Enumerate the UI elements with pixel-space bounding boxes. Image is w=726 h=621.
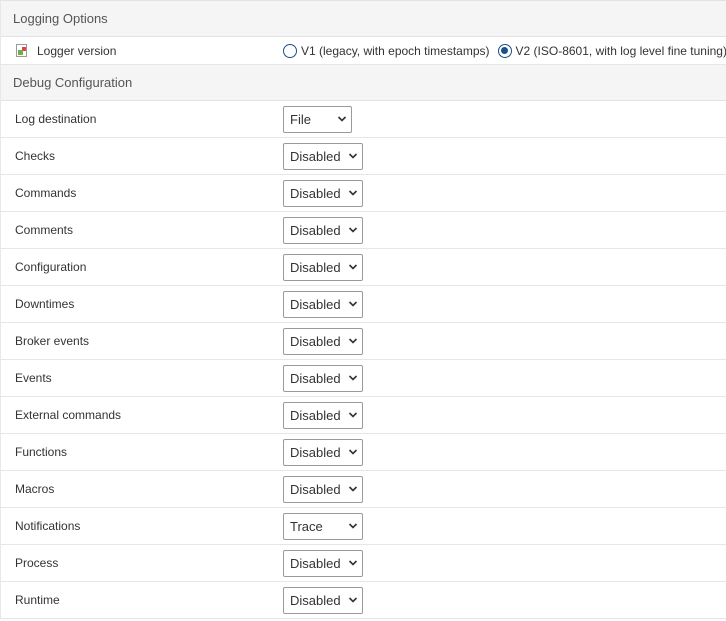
external-commands-label: External commands xyxy=(15,408,122,422)
events-select[interactable]: Disabled xyxy=(283,364,363,392)
broken-image-icon xyxy=(15,43,31,59)
debug-row-log-destination: Log destination File xyxy=(1,101,726,138)
logging-options-header: Logging Options xyxy=(1,1,726,37)
checks-label: Checks xyxy=(15,149,56,163)
comments-select-value: Disabled xyxy=(290,222,341,238)
checks-select-value: Disabled xyxy=(290,148,341,164)
chevron-down-icon xyxy=(348,338,358,344)
debug-row-commands: Commands Disabled xyxy=(1,175,726,212)
notifications-select[interactable]: Trace xyxy=(283,512,363,540)
broker-events-select[interactable]: Disabled xyxy=(283,327,363,355)
downtimes-label: Downtimes xyxy=(15,297,75,311)
logger-version-label: Logger version xyxy=(37,43,117,58)
logger-version-v2-option[interactable]: V2 (ISO-8601, with log level fine tuning… xyxy=(497,43,726,58)
debug-configuration-header: Debug Configuration xyxy=(1,65,726,101)
debug-row-comments: Comments Disabled xyxy=(1,212,726,249)
chevron-down-icon xyxy=(348,412,358,418)
notifications-label: Notifications xyxy=(15,519,81,533)
functions-select-value: Disabled xyxy=(290,444,341,460)
downtimes-select-value: Disabled xyxy=(290,296,341,312)
chevron-down-icon xyxy=(348,227,358,233)
logger-version-v1-option[interactable]: V1 (legacy, with epoch timestamps) xyxy=(283,43,490,58)
debug-row-external-commands: External commands Disabled xyxy=(1,397,726,434)
debug-row-macros: Macros Disabled xyxy=(1,471,726,508)
runtime-label: Runtime xyxy=(15,593,60,607)
process-select[interactable]: Disabled xyxy=(283,549,363,577)
process-select-value: Disabled xyxy=(290,555,341,571)
debug-row-process: Process Disabled xyxy=(1,545,726,582)
external-commands-select[interactable]: Disabled xyxy=(283,401,363,429)
log-destination-select[interactable]: File xyxy=(283,105,352,133)
debug-row-functions: Functions Disabled xyxy=(1,434,726,471)
macros-select-value: Disabled xyxy=(290,481,341,497)
runtime-select-value: Disabled xyxy=(290,592,341,608)
notifications-select-value: Trace xyxy=(290,518,323,534)
configuration-label: Configuration xyxy=(15,260,87,274)
chevron-down-icon xyxy=(348,486,358,492)
downtimes-select[interactable]: Disabled xyxy=(283,290,363,318)
commands-select[interactable]: Disabled xyxy=(283,179,363,207)
logging-options-title: Logging Options xyxy=(13,11,108,26)
macros-label: Macros xyxy=(15,482,55,496)
chevron-down-icon xyxy=(348,264,358,270)
logger-version-v1-radio[interactable] xyxy=(283,43,297,58)
process-label: Process xyxy=(15,556,59,570)
logger-version-v1-label[interactable]: V1 (legacy, with epoch timestamps) xyxy=(301,44,490,58)
checks-select[interactable]: Disabled xyxy=(283,142,363,170)
chevron-down-icon xyxy=(348,153,358,159)
configuration-select[interactable]: Disabled xyxy=(283,253,363,281)
functions-select[interactable]: Disabled xyxy=(283,438,363,466)
log-destination-select-value: File xyxy=(290,111,311,127)
logger-version-v2-radio[interactable] xyxy=(497,43,512,58)
debug-configuration-title: Debug Configuration xyxy=(13,75,133,90)
debug-row-notifications: Notifications Trace xyxy=(1,508,726,545)
settings-table: Logging Options Logger version V1 (legac… xyxy=(0,0,726,619)
debug-configuration-rows: Log destination File Checks Disabled Com… xyxy=(1,101,726,619)
debug-row-checks: Checks Disabled xyxy=(1,138,726,175)
runtime-select[interactable]: Disabled xyxy=(283,586,363,614)
events-label: Events xyxy=(15,371,52,385)
comments-select[interactable]: Disabled xyxy=(283,216,363,244)
comments-label: Comments xyxy=(15,223,74,237)
events-select-value: Disabled xyxy=(290,370,341,386)
logger-version-v2-label[interactable]: V2 (ISO-8601, with log level fine tuning… xyxy=(516,44,726,58)
configuration-select-value: Disabled xyxy=(290,259,341,275)
chevron-down-icon xyxy=(337,116,347,122)
logger-version-radio-group: V1 (legacy, with epoch timestamps) V2 (I… xyxy=(283,43,726,58)
chevron-down-icon xyxy=(348,301,358,307)
debug-row-events: Events Disabled xyxy=(1,360,726,397)
chevron-down-icon xyxy=(348,190,358,196)
chevron-down-icon xyxy=(348,597,358,603)
commands-select-value: Disabled xyxy=(290,185,341,201)
functions-label: Functions xyxy=(15,445,68,459)
debug-row-configuration: Configuration Disabled xyxy=(1,249,726,286)
log-destination-label: Log destination xyxy=(15,112,97,126)
chevron-down-icon xyxy=(348,560,358,566)
broker-events-label: Broker events xyxy=(15,334,90,348)
broker-events-select-value: Disabled xyxy=(290,333,341,349)
chevron-down-icon xyxy=(348,449,358,455)
external-commands-select-value: Disabled xyxy=(290,407,341,423)
debug-row-broker-events: Broker events Disabled xyxy=(1,323,726,360)
logger-version-row: Logger version V1 (legacy, with epoch ti… xyxy=(1,37,726,65)
macros-select[interactable]: Disabled xyxy=(283,475,363,503)
chevron-down-icon xyxy=(348,375,358,381)
chevron-down-icon xyxy=(348,523,358,529)
commands-label: Commands xyxy=(15,186,77,200)
debug-row-runtime: Runtime Disabled xyxy=(1,582,726,619)
debug-row-downtimes: Downtimes Disabled xyxy=(1,286,726,323)
